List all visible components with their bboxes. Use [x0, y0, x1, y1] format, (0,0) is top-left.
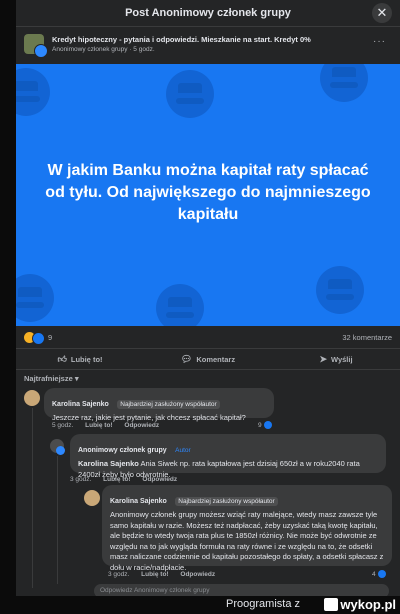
comment-count[interactable]: 32 komentarze — [342, 333, 392, 342]
comment-reaction-count: 4 — [372, 570, 376, 578]
comment-reactions[interactable]: 4 — [372, 570, 386, 578]
post-author[interactable]: Anonimowy członek grupy — [52, 46, 128, 53]
reaction-icons[interactable] — [24, 332, 46, 345]
comment-actions: 3 godz. Lubię to! Odpowiedz — [70, 476, 187, 483]
comment-author[interactable]: Anonimowy członek grupy — [78, 447, 167, 454]
comment-author[interactable]: Karolina Sajenko — [110, 498, 167, 505]
more-options-icon[interactable]: ··· — [373, 36, 386, 47]
comment-like-button[interactable]: Lubię to! — [103, 476, 130, 483]
like-icon — [263, 421, 272, 429]
thread-line — [32, 408, 33, 588]
comment-label: Komentarz — [196, 354, 236, 364]
footer-user: Proogramista z — [226, 598, 300, 610]
post-banner: W jakim Banku można kapitał raty spłacać… — [16, 64, 400, 326]
send-button[interactable]: ➤ Wyślij — [272, 349, 400, 369]
anonymous-avatar — [56, 446, 65, 455]
anonymous-icon — [16, 68, 50, 116]
comment-reaction-count: 9 — [258, 421, 262, 429]
post-dialog: Post Anonimowy członek grupy ✕ Kredyt hi… — [16, 0, 400, 596]
comment-author[interactable]: Karolina Sajenko — [52, 401, 109, 408]
like-icon — [377, 570, 386, 578]
wykop-logo: wykop.pl — [324, 597, 396, 612]
like-button[interactable]: 👍︎ Lubię to! — [16, 349, 144, 369]
post-stats: 9 32 komentarze — [16, 328, 400, 349]
anonymous-icon — [156, 284, 204, 326]
comment-bubble: Karolina Sajenko Najbardziej zasłużony w… — [102, 485, 392, 572]
top-contributor-badge: Najbardziej zasłużony współautor — [175, 497, 278, 506]
group-name[interactable]: Kredyt hipoteczny - pytania i odpowiedzi… — [52, 35, 311, 44]
comment-like-button[interactable]: Lubię to! — [85, 422, 112, 429]
comment-time[interactable]: 3 godz. — [108, 571, 129, 578]
comment-like-button[interactable]: Lubię to! — [141, 571, 168, 578]
dialog-title: Post Anonimowy członek grupy — [125, 7, 291, 19]
logo-text: wykop.pl — [340, 597, 396, 612]
thumbs-up-icon: 👍︎ — [57, 353, 67, 364]
comment-actions: 3 godz. Lubię to! Odpowiedz — [108, 571, 225, 578]
wykop-icon — [324, 598, 339, 611]
author-badge: Autor — [175, 447, 191, 454]
watermark-footer: Proogramista z wykop.pl — [0, 596, 400, 614]
thread-line — [57, 456, 58, 584]
anonymous-icon — [316, 266, 364, 314]
post-header: Kredyt hipoteczny - pytania i odpowiedzi… — [16, 30, 400, 62]
sort-dropdown[interactable]: Najtrafniejsze ▾ — [24, 374, 79, 383]
post-meta: Anonimowy członek grupy · 5 godz. — [52, 46, 155, 53]
comment-actions: 5 godz. Lubię to! Odpowiedz — [52, 422, 169, 429]
post-actions: 👍︎ Lubię to! 💬︎ Komentarz ➤ Wyślij — [16, 349, 400, 370]
sort-label: Najtrafniejsze — [24, 374, 73, 383]
reply-input[interactable]: Odpowiedz Anonimowy członek grupy — [94, 584, 389, 596]
comment-bubble: Anonimowy członek grupy Autor Karolina S… — [70, 434, 386, 479]
post-text: W jakim Banku można kapitał raty spłacać… — [45, 162, 371, 223]
comment-reply-button[interactable]: Odpowiedz — [142, 476, 177, 483]
comment-bubble: Karolina Sajenko Najbardziej zasłużony w… — [44, 388, 274, 422]
post-time[interactable]: 5 godz. — [133, 46, 154, 53]
avatar[interactable] — [24, 390, 40, 406]
chevron-down-icon: ▾ — [74, 374, 79, 383]
top-contributor-badge: Najbardziej zasłużony współautor — [117, 400, 220, 409]
reaction-count[interactable]: 9 — [48, 333, 52, 342]
close-icon[interactable]: ✕ — [372, 3, 392, 23]
comment-reply-button[interactable]: Odpowiedz — [180, 571, 215, 578]
like-label: Lubię to! — [70, 354, 103, 364]
messenger-icon: ➤ — [319, 353, 327, 364]
avatar[interactable] — [84, 490, 100, 506]
send-label: Wyślij — [331, 354, 353, 364]
comment-button[interactable]: 💬︎ Komentarz — [144, 349, 272, 369]
mention[interactable]: Karolina Sajenko — [78, 459, 139, 468]
comment-text: Anonimowy członek grupy możesz wziąć rat… — [110, 510, 384, 572]
comment-time[interactable]: 5 godz. — [52, 422, 73, 429]
anonymous-icon — [16, 274, 54, 322]
anonymous-icon — [320, 64, 368, 102]
anonymous-avatar — [34, 44, 48, 58]
dialog-header: Post Anonimowy członek grupy ✕ — [16, 0, 400, 27]
comment-icon: 💬︎ — [180, 353, 193, 364]
anonymous-icon — [166, 70, 214, 118]
comment-reactions[interactable]: 9 — [258, 421, 272, 429]
comment-reply-button[interactable]: Odpowiedz — [124, 422, 159, 429]
comment-time[interactable]: 3 godz. — [70, 476, 91, 483]
like-icon — [32, 332, 45, 345]
